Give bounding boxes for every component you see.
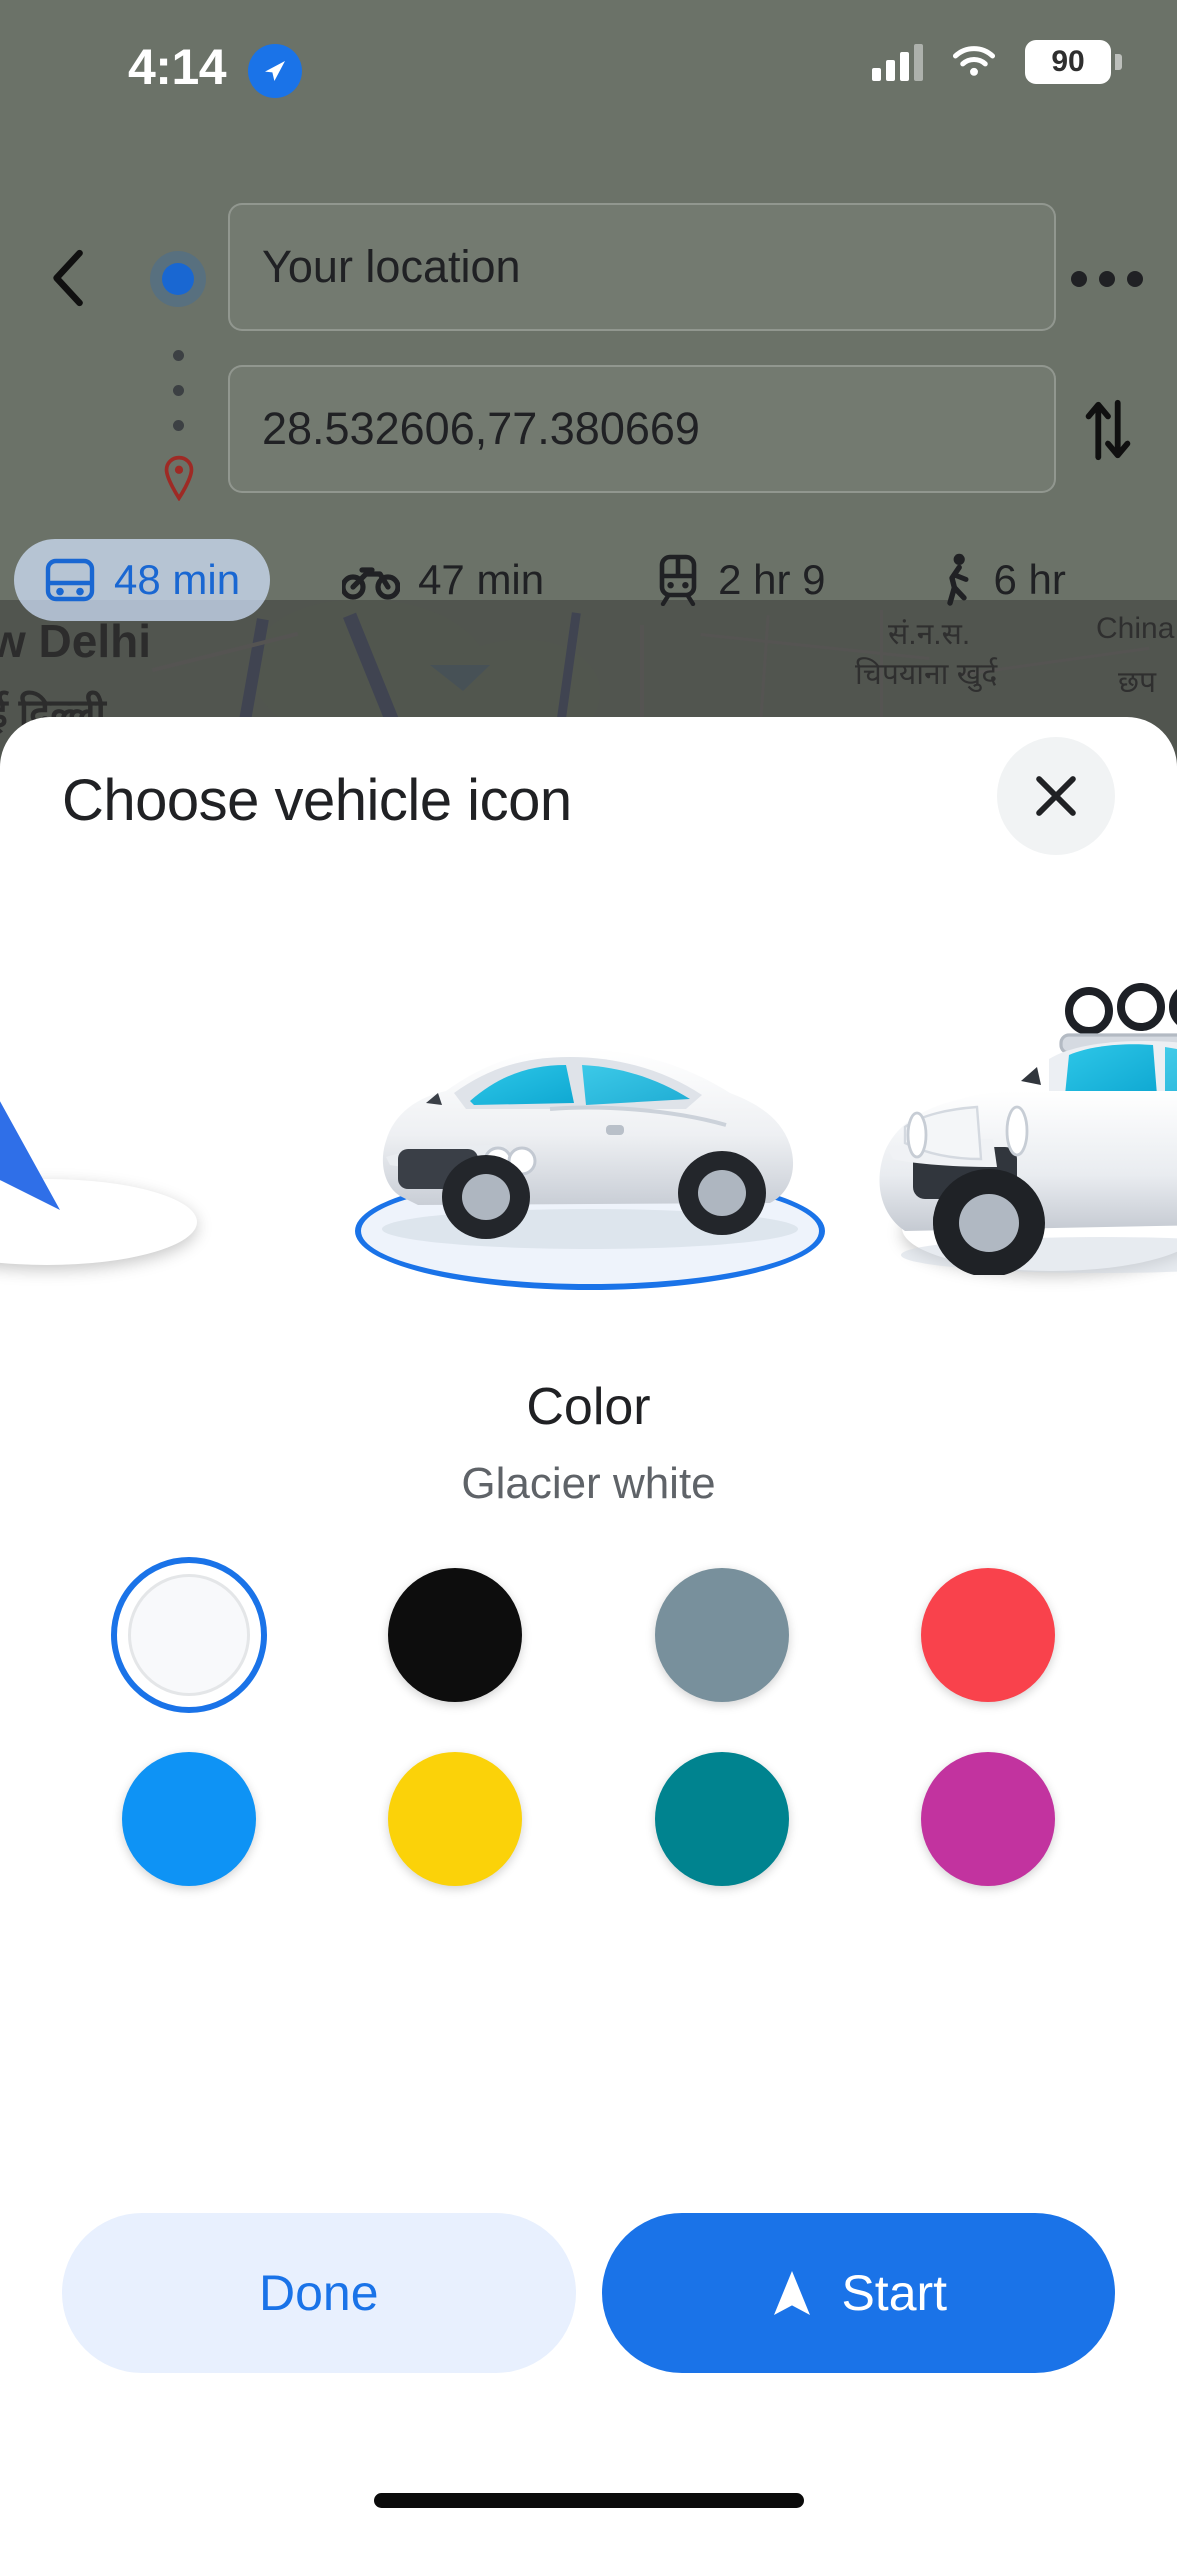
color-section: Color Glacier white: [0, 1377, 1177, 1509]
wifi-icon: [952, 46, 996, 76]
motorcycle-icon: [342, 566, 401, 600]
car-icon: [45, 558, 95, 601]
travel-mode-label: 47 min: [418, 555, 545, 603]
route-header: Your location 28.532606,77.380669: [0, 175, 1177, 575]
start-button[interactable]: Start: [601, 2212, 1115, 2373]
color-swatch-teal[interactable]: [644, 1741, 800, 1897]
selected-color-name: Glacier white: [461, 1459, 716, 1508]
destination-value: 28.532606,77.380669: [262, 403, 700, 454]
more-options-icon: [1127, 271, 1143, 287]
vehicle-carousel[interactable]: [0, 957, 1177, 1357]
route-dotted-line: [173, 350, 184, 361]
color-heading: Color: [526, 1378, 651, 1436]
destination-pin-icon: [164, 455, 194, 501]
back-chevron-icon: [53, 249, 83, 307]
color-swatch-dot: [654, 1752, 789, 1886]
color-swatch-yellow[interactable]: [377, 1741, 533, 1897]
destination-input[interactable]: 28.532606,77.380669: [228, 365, 1056, 493]
color-swatch-magenta[interactable]: [910, 1741, 1066, 1897]
vehicle-option-suv[interactable]: [845, 957, 1177, 1357]
color-swatch-red[interactable]: [910, 1557, 1066, 1713]
navigation-arrow-icon: [248, 44, 302, 98]
swap-vertical-icon: [1085, 399, 1131, 461]
close-button[interactable]: [997, 737, 1115, 855]
color-swatch-slate-gray[interactable]: [644, 1557, 800, 1713]
travel-mode-tabs: 48 min 47 min 2 hr 9 6 hr: [0, 527, 1177, 632]
swap-endpoints-button[interactable]: [1061, 383, 1155, 477]
cellular-signal-icon: [872, 43, 923, 81]
travel-mode-label: 48 min: [114, 555, 241, 603]
color-swatch-dot: [388, 1568, 523, 1702]
sheet-footer: Done Start: [0, 2210, 1177, 2375]
more-options-button[interactable]: [1059, 235, 1155, 323]
travel-mode-driving[interactable]: 48 min: [14, 538, 271, 621]
status-indicators: 90: [872, 40, 1122, 84]
phone-screen: w Delhi ई दिल्ली चिपयाना खुर्द छप China …: [0, 0, 1177, 2560]
color-swatch-glacier-white[interactable]: [111, 1557, 268, 1713]
color-swatch-black[interactable]: [377, 1557, 533, 1713]
route-dotted-line: [173, 420, 184, 431]
battery-indicator: 90: [1025, 40, 1111, 84]
transit-icon: [659, 554, 697, 606]
back-button[interactable]: [25, 233, 115, 323]
color-swatch-dot: [122, 1752, 257, 1886]
origin-value: Your location: [262, 241, 521, 292]
travel-mode-walking[interactable]: 6 hr: [908, 539, 1096, 621]
start-button-label: Start: [841, 2264, 948, 2321]
route-rail: [150, 230, 210, 530]
vehicle-icon-sheet: Choose vehicle icon Color Glacier white …: [0, 717, 1177, 2560]
close-icon: [1036, 776, 1076, 816]
color-swatch-dot: [128, 1574, 251, 1696]
color-swatch-blue[interactable]: [111, 1741, 267, 1897]
more-options-icon: [1071, 271, 1087, 287]
color-swatch-dot: [654, 1568, 789, 1702]
sedan-car-icon: [382, 1049, 798, 1249]
color-swatch-dot: [920, 1568, 1055, 1702]
vehicle-option-sedan[interactable]: [330, 957, 850, 1357]
color-swatch-grid: [0, 1557, 1177, 1897]
color-swatch-dot: [388, 1752, 523, 1886]
navigation-arrow-icon: [0, 1101, 60, 1210]
done-button[interactable]: Done: [62, 2212, 576, 2373]
travel-mode-two-wheeler[interactable]: 47 min: [312, 539, 574, 621]
vehicle-option-arrow[interactable]: [0, 957, 197, 1357]
home-indicator[interactable]: [373, 2493, 804, 2508]
suv-car-icon: [879, 983, 1177, 1275]
travel-mode-transit[interactable]: 2 hr 9: [626, 539, 855, 621]
page-title: Choose vehicle icon: [62, 768, 572, 833]
more-options-icon: [1099, 271, 1115, 287]
travel-mode-label: 2 hr 9: [718, 555, 826, 603]
status-clock: 4:14: [128, 39, 227, 95]
walking-icon: [946, 553, 969, 606]
route-dotted-line: [173, 385, 184, 396]
sheet-header: Choose vehicle icon: [0, 717, 1177, 937]
color-swatch-dot: [920, 1752, 1055, 1886]
origin-dot-icon: [162, 263, 194, 295]
travel-mode-label: 6 hr: [993, 555, 1066, 603]
status-bar: 4:14 90: [0, 0, 1177, 120]
navigation-arrow-icon: [774, 2270, 811, 2315]
origin-input[interactable]: Your location: [228, 203, 1056, 331]
battery-tip-icon: [1115, 54, 1122, 70]
